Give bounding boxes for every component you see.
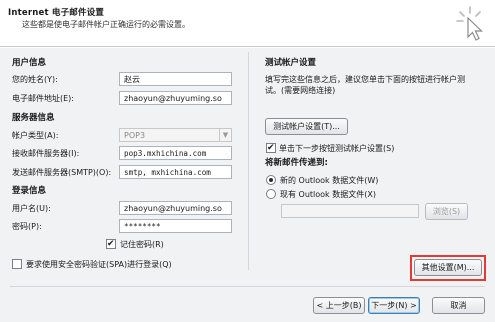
name-input[interactable]: 赵云 bbox=[119, 72, 232, 86]
remember-password-checkbox[interactable] bbox=[106, 238, 116, 250]
deliver-heading: 将新邮件传递到: bbox=[265, 158, 328, 168]
cancel-button[interactable]: 取消 bbox=[432, 297, 485, 314]
footer-divider bbox=[10, 286, 485, 287]
auto-test-label: 单击下一步按钮测试帐户设置(S) bbox=[279, 144, 395, 153]
next-button[interactable]: 下一步(N) > bbox=[368, 297, 420, 314]
spa-checkbox[interactable] bbox=[12, 259, 22, 269]
cursor-click-icon bbox=[454, 4, 488, 42]
browse-button: 浏览(S) bbox=[425, 203, 468, 220]
user-info-heading: 用户信息 bbox=[12, 58, 47, 68]
email-label: 电子邮件地址(E): bbox=[12, 94, 74, 103]
existing-file-path-input bbox=[281, 204, 419, 218]
column-divider bbox=[248, 52, 249, 270]
test-account-button[interactable]: 测试帐户设置(T)... bbox=[265, 118, 348, 135]
test-settings-heading: 测试帐户设置 bbox=[265, 58, 317, 68]
password-input[interactable]: ******** bbox=[119, 219, 232, 233]
email-input[interactable]: zhaoyun@zhuyuming.so bbox=[119, 91, 232, 105]
account-type-value: POP3 bbox=[124, 131, 146, 140]
incoming-server-label: 接收邮件服务器(I): bbox=[12, 149, 80, 158]
existing-data-file-label: 现有 Outlook 数据文件(X) bbox=[280, 190, 376, 199]
username-input[interactable]: zhaoyun@zhuyuming.so bbox=[119, 201, 232, 215]
login-info-heading: 登录信息 bbox=[12, 186, 47, 196]
outgoing-server-input[interactable]: smtp, mxhichina.com bbox=[119, 165, 232, 179]
back-button[interactable]: < 上一步(B) bbox=[313, 297, 365, 314]
test-description: 填写完这些信息之后，建议您单击下面的按钮进行帐户测试。(需要网络连接) bbox=[265, 75, 465, 95]
account-type-label: 帐户类型(A): bbox=[12, 131, 59, 140]
outgoing-server-label: 发送邮件服务器(SMTP)(O): bbox=[12, 168, 112, 177]
new-data-file-radio[interactable] bbox=[266, 175, 276, 185]
header-title: Internet 电子邮件设置 bbox=[8, 8, 105, 18]
account-type-select: POP3 ▼ bbox=[119, 128, 232, 142]
more-settings-button[interactable]: 其他设置(M)... bbox=[414, 259, 482, 276]
new-data-file-label: 新的 Outlook 数据文件(W) bbox=[280, 176, 379, 185]
username-label: 用户名(U): bbox=[12, 204, 51, 213]
dialog-header: Internet 电子邮件设置 这些都是使电子邮件帐户正确运行的必需设置。 bbox=[0, 0, 495, 47]
auto-test-checkbox[interactable] bbox=[266, 142, 276, 154]
name-label: 您的姓名(Y): bbox=[12, 75, 58, 84]
password-label: 密码(P): bbox=[12, 222, 42, 231]
server-info-heading: 服务器信息 bbox=[12, 113, 55, 123]
existing-data-file-radio[interactable] bbox=[266, 189, 276, 199]
header-subtitle: 这些都是使电子邮件帐户正确运行的必需设置。 bbox=[22, 20, 190, 29]
chevron-down-icon: ▼ bbox=[219, 129, 231, 141]
spa-label: 要求使用安全密码验证(SPA)进行登录(Q) bbox=[26, 260, 172, 269]
incoming-server-input[interactable]: pop3.mxhichina.com bbox=[119, 146, 232, 160]
remember-password-label: 记住密码(R) bbox=[120, 240, 164, 249]
